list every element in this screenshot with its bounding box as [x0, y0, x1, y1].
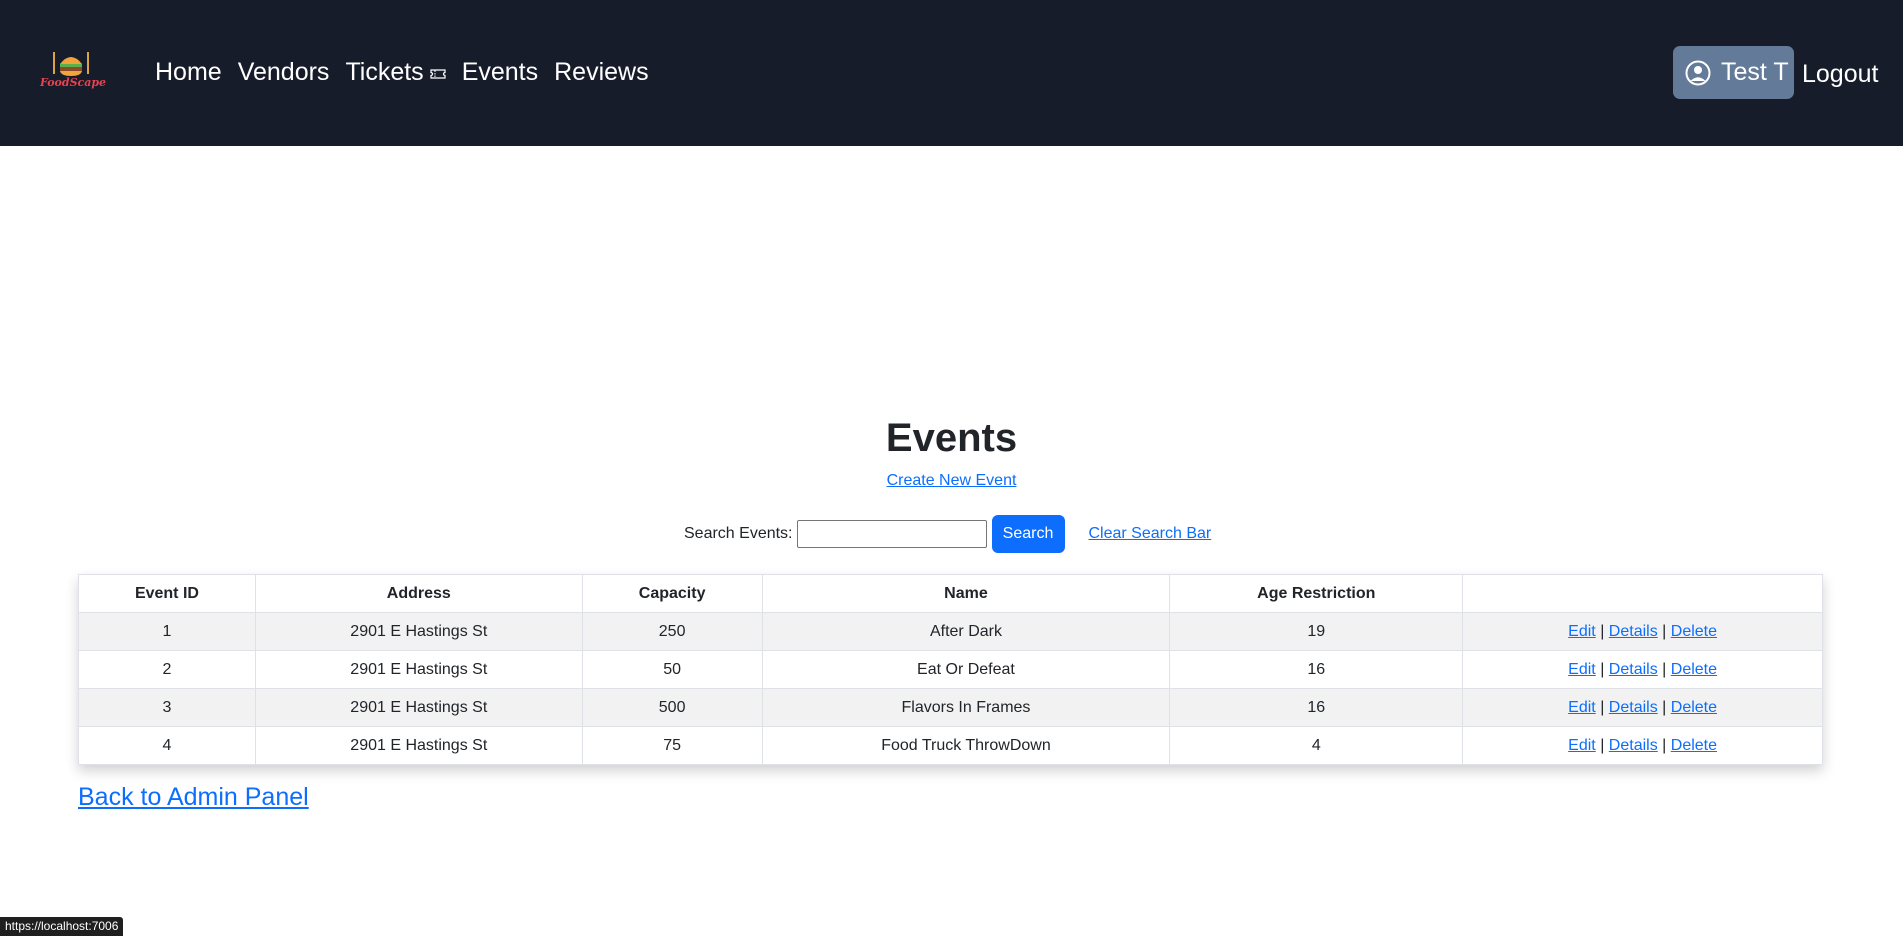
events-table: Event ID Address Capacity Name Age Restr… [78, 574, 1823, 765]
name-cell: Eat Or Defeat [761, 650, 1171, 689]
column-header: Age Restriction [1169, 574, 1464, 613]
address-cell: 2901 E Hastings St [254, 688, 583, 727]
separator: | [1662, 736, 1667, 754]
main-nav: Home Vendors Tickets Events Reviews [155, 55, 665, 89]
table-row: 1 2901 E Hastings St 250 After Dark 19 E… [78, 612, 1823, 651]
event-id-cell: 2 [78, 650, 256, 689]
search-bar: Search Events: Search Clear Search Bar [684, 515, 1211, 553]
search-input[interactable] [796, 520, 987, 548]
event-id-cell: 4 [78, 726, 256, 765]
edit-link[interactable]: Edit [1568, 737, 1596, 754]
details-link[interactable]: Details [1609, 661, 1658, 678]
capacity-cell: 500 [581, 688, 763, 727]
event-id-cell: 3 [78, 688, 256, 727]
capacity-cell: 50 [581, 650, 763, 689]
nav-reviews[interactable]: Reviews [554, 55, 648, 89]
clear-search-link[interactable]: Clear Search Bar [1089, 525, 1212, 543]
nav-home[interactable]: Home [155, 55, 222, 89]
actions-cell: Edit | Details | Delete [1462, 612, 1823, 651]
name-cell: After Dark [761, 612, 1171, 651]
delete-link[interactable]: Delete [1671, 623, 1717, 640]
nav-tickets-label: Tickets [345, 58, 424, 86]
page-title: Events [885, 416, 1018, 460]
table-header-row: Event ID Address Capacity Name Age Restr… [78, 574, 1823, 613]
column-header: Name [761, 574, 1171, 613]
nav-events[interactable]: Events [462, 55, 538, 89]
column-header: Event ID [78, 574, 256, 613]
edit-link[interactable]: Edit [1568, 699, 1596, 716]
nav-vendors[interactable]: Vendors [238, 55, 330, 89]
separator: | [1600, 736, 1605, 754]
delete-link[interactable]: Delete [1671, 737, 1717, 754]
separator: | [1600, 622, 1605, 640]
separator: | [1662, 622, 1667, 640]
separator: | [1662, 698, 1667, 716]
delete-link[interactable]: Delete [1671, 661, 1717, 678]
table-row: 3 2901 E Hastings St 500 Flavors In Fram… [78, 688, 1823, 727]
capacity-cell: 250 [581, 612, 763, 651]
search-button[interactable]: Search [991, 515, 1065, 553]
create-new-event-link[interactable]: Create New Event [887, 472, 1017, 489]
events-table-container: Event ID Address Capacity Name Age Restr… [78, 574, 1823, 765]
column-header [1462, 574, 1823, 613]
edit-link[interactable]: Edit [1568, 623, 1596, 640]
back-to-admin-panel-link[interactable]: Back to Admin Panel [78, 780, 309, 814]
event-id-cell: 1 [78, 612, 256, 651]
search-label: Search Events: [684, 525, 793, 542]
create-link-row: Create New Event [0, 470, 1903, 492]
age-restriction-cell: 4 [1169, 726, 1464, 765]
details-link[interactable]: Details [1609, 737, 1658, 754]
status-bar-url: https://localhost:7006 [0, 917, 124, 936]
table-row: 2 2901 E Hastings St 50 Eat Or Defeat 16… [78, 650, 1823, 689]
delete-link[interactable]: Delete [1671, 699, 1717, 716]
foodscape-logo[interactable]: FoodScape [40, 46, 107, 94]
address-cell: 2901 E Hastings St [254, 726, 583, 765]
ticket-icon [430, 69, 446, 79]
logout-link[interactable]: Logout [1802, 57, 1878, 91]
column-header: Capacity [581, 574, 763, 613]
column-header: Address [254, 574, 583, 613]
user-account-button[interactable]: Test T [1673, 46, 1794, 99]
separator: | [1600, 660, 1605, 678]
edit-link[interactable]: Edit [1568, 661, 1596, 678]
name-cell: Flavors In Frames [761, 688, 1171, 727]
actions-cell: Edit | Details | Delete [1462, 688, 1823, 727]
capacity-cell: 75 [581, 726, 763, 765]
logo-icon [53, 52, 89, 76]
actions-cell: Edit | Details | Delete [1462, 650, 1823, 689]
user-name: Test T [1721, 58, 1789, 86]
top-navbar: FoodScape Home Vendors Tickets Events Re… [0, 0, 1903, 146]
details-link[interactable]: Details [1609, 623, 1658, 640]
details-link[interactable]: Details [1609, 699, 1658, 716]
name-cell: Food Truck ThrowDown [761, 726, 1171, 765]
age-restriction-cell: 16 [1169, 688, 1464, 727]
age-restriction-cell: 16 [1169, 650, 1464, 689]
nav-tickets[interactable]: Tickets [345, 55, 446, 89]
logo-text: FoodScape [40, 76, 107, 89]
separator: | [1600, 698, 1605, 716]
user-circle-icon [1685, 60, 1711, 85]
separator: | [1662, 660, 1667, 678]
table-row: 4 2901 E Hastings St 75 Food Truck Throw… [78, 726, 1823, 765]
address-cell: 2901 E Hastings St [254, 650, 583, 689]
address-cell: 2901 E Hastings St [254, 612, 583, 651]
age-restriction-cell: 19 [1169, 612, 1464, 651]
actions-cell: Edit | Details | Delete [1462, 726, 1823, 765]
